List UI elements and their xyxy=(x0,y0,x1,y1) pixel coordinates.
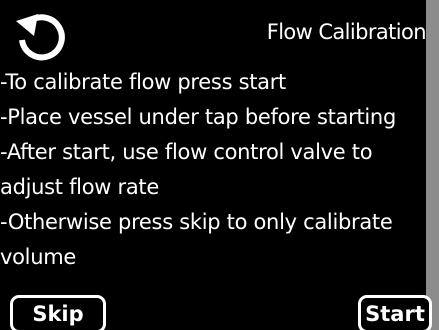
instruction-line: -To calibrate flow press start xyxy=(0,70,286,94)
refresh-back-icon[interactable] xyxy=(10,10,70,66)
calibration-panel: Flow Calibration -To calibrate flow pres… xyxy=(0,0,432,330)
instruction-line: volume xyxy=(0,245,76,269)
page-title: Flow Calibration xyxy=(266,20,427,44)
instruction-line: adjust flow rate xyxy=(0,175,159,199)
start-button[interactable]: Start xyxy=(358,295,432,330)
instruction-line: -After start, use flow control valve to xyxy=(0,140,373,164)
screen: Flow Calibration -To calibrate flow pres… xyxy=(0,0,439,330)
instruction-line: -Place vessel under tap before starting xyxy=(0,105,396,129)
skip-button[interactable]: Skip xyxy=(10,295,106,330)
instruction-line: -Otherwise press skip to only calibrate xyxy=(0,210,393,234)
